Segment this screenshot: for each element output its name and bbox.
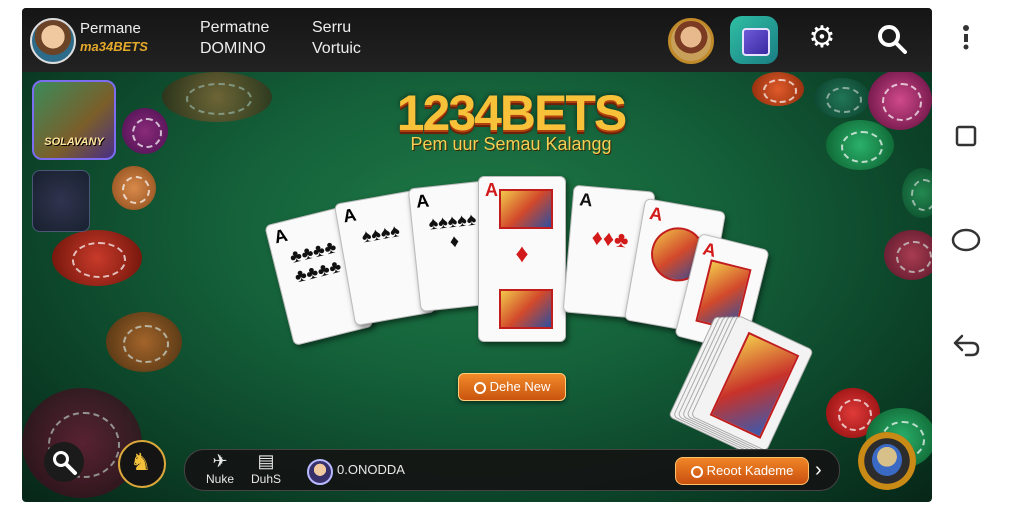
home-icon[interactable] xyxy=(950,224,982,256)
card-pips: ♠♠♠♠ xyxy=(360,220,402,247)
poker-chip xyxy=(826,120,894,170)
poker-chip xyxy=(112,166,156,210)
card-rank: A xyxy=(271,224,290,248)
poker-chip xyxy=(162,72,272,122)
poker-chip xyxy=(22,388,142,498)
card-pips: ♦♦♣ xyxy=(590,224,630,253)
poker-chip xyxy=(814,78,870,118)
chat-icon: ▤ xyxy=(257,451,275,471)
brand-name-small: ma34BETS xyxy=(80,39,148,54)
poker-chip xyxy=(902,168,932,218)
assistant-icon[interactable] xyxy=(950,22,982,54)
game-thumbnail-label: SOLAVANY xyxy=(44,136,104,148)
card-pips: ♣♣♣♣♣♣♣♣ xyxy=(287,236,344,287)
tagline: Pem uur Semau Kalangg xyxy=(410,134,612,154)
chat-tab[interactable]: ▤ DuhS xyxy=(241,450,291,486)
chat-tab-label: DuhS xyxy=(250,472,282,486)
send-icon: ✈ xyxy=(212,451,228,471)
card-face-art xyxy=(499,289,553,329)
poker-chip xyxy=(106,312,182,372)
poker-chip xyxy=(868,70,932,130)
poker-chip xyxy=(52,230,142,286)
back-icon[interactable] xyxy=(950,328,982,360)
poker-chip xyxy=(122,108,168,154)
button-dot-icon xyxy=(690,466,703,478)
eagle-icon[interactable]: ♞ xyxy=(118,440,166,488)
card-rank: A xyxy=(700,238,719,261)
gear-icon[interactable]: ⚙ xyxy=(804,23,840,53)
new-game-button[interactable]: Dehe New xyxy=(458,373,566,401)
shop-icon[interactable] xyxy=(730,16,778,64)
status-text: 0.ONODDA xyxy=(337,462,405,477)
card-rank: A xyxy=(415,190,431,212)
game-thumbnail-secondary[interactable] xyxy=(32,170,90,232)
news-tab[interactable]: ✈ Nuke xyxy=(195,450,245,486)
news-tab-label: Nuke xyxy=(205,472,234,486)
player-avatar[interactable] xyxy=(30,18,76,64)
server-label[interactable]: Serru xyxy=(312,19,351,37)
bottom-bar: ✈ Nuke ▤ DuhS 0.ONODDA Reoot Kademe › xyxy=(184,449,840,491)
profile-face-icon xyxy=(872,444,902,476)
profile-badge[interactable] xyxy=(858,432,916,490)
card-face-art xyxy=(499,189,553,229)
poker-chip xyxy=(752,72,804,106)
button-dot-icon xyxy=(473,382,486,394)
card-rank: A xyxy=(578,189,594,211)
card-pips: ♦ xyxy=(515,238,529,268)
card-pips: ♠♠♠♠♠♦ xyxy=(427,208,478,252)
new-game-label: Dehe New xyxy=(489,379,551,394)
game-thumbnail[interactable]: SOLAVANY xyxy=(32,80,116,160)
game-name-label[interactable]: DOMINO xyxy=(200,40,266,58)
friend-avatar[interactable] xyxy=(668,18,714,64)
top-bar: Permane ma34BETS Permatne DOMINO Serru V… xyxy=(22,8,932,72)
recents-icon[interactable] xyxy=(950,120,982,152)
status-avatar[interactable] xyxy=(307,459,333,485)
game-mode-label[interactable]: Permatne xyxy=(200,19,269,37)
game-screen: Permane ma34BETS Permatne DOMINO Serru V… xyxy=(22,8,932,502)
card-rank: A xyxy=(341,204,358,227)
zoom-icon[interactable] xyxy=(44,442,84,482)
playing-card[interactable]: A ♦ xyxy=(478,176,566,342)
poker-chip xyxy=(884,230,932,280)
server-value[interactable]: Vortuic xyxy=(312,40,361,58)
card-rank: A xyxy=(485,180,498,200)
card-rank: A xyxy=(648,202,665,225)
reset-button-label: Reoot Kademe xyxy=(706,463,794,478)
chevron-right-icon[interactable]: › xyxy=(815,458,822,482)
search-icon[interactable] xyxy=(874,23,910,61)
system-nav-bar xyxy=(932,0,1024,512)
player-name: Permane xyxy=(80,20,141,37)
reset-button[interactable]: Reoot Kademe xyxy=(675,457,809,485)
